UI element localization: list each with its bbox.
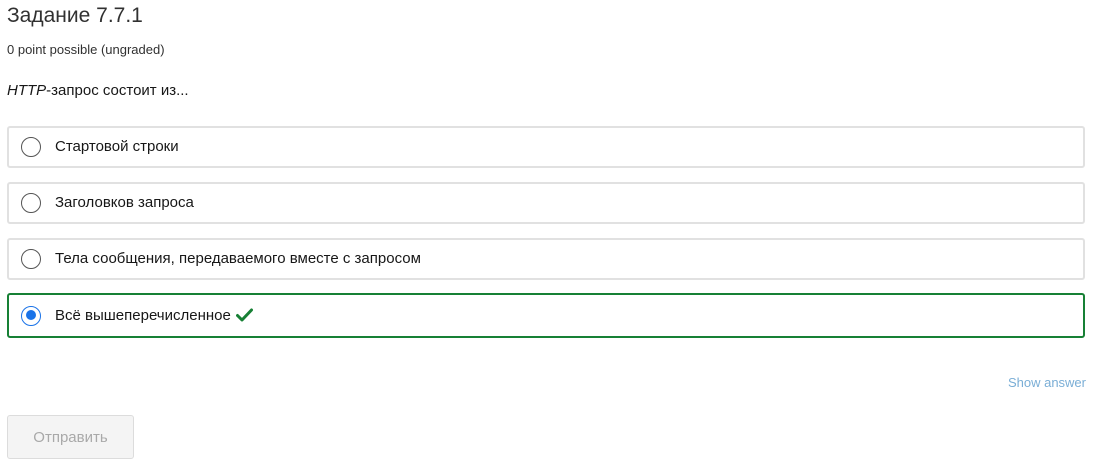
question-text: HTTP-запрос состоит из... xyxy=(7,82,189,100)
checkmark-icon xyxy=(235,308,253,321)
choice-option-1[interactable]: Стартовой строки xyxy=(7,126,1085,168)
radio-button-selected[interactable] xyxy=(21,305,41,326)
question-emphasis: HTTP xyxy=(7,82,47,99)
choice-option-2[interactable]: Заголовков запроса xyxy=(7,182,1085,224)
radio-button[interactable] xyxy=(21,137,41,157)
question-rest: -запрос состоит из... xyxy=(46,82,189,99)
choice-label: Стартовой строки xyxy=(55,138,179,155)
choice-label: Всё вышеперечисленное xyxy=(55,307,253,325)
problem-title: Задание 7.7.1 xyxy=(7,4,143,27)
submit-button[interactable]: Отправить xyxy=(7,415,134,459)
choice-label: Тела сообщения, передаваемого вместе с з… xyxy=(55,250,421,267)
choice-option-3[interactable]: Тела сообщения, передаваемого вместе с з… xyxy=(7,238,1085,280)
choice-label: Заголовков запроса xyxy=(55,194,194,211)
radio-button[interactable] xyxy=(21,193,41,213)
show-answer-link[interactable]: Show answer xyxy=(1008,375,1086,391)
choice-label-text: Всё вышеперечисленное xyxy=(55,306,231,324)
points-label: 0 point possible (ungraded) xyxy=(7,42,165,57)
choice-option-4[interactable]: Всё вышеперечисленное xyxy=(7,293,1085,338)
radio-button[interactable] xyxy=(21,249,41,269)
